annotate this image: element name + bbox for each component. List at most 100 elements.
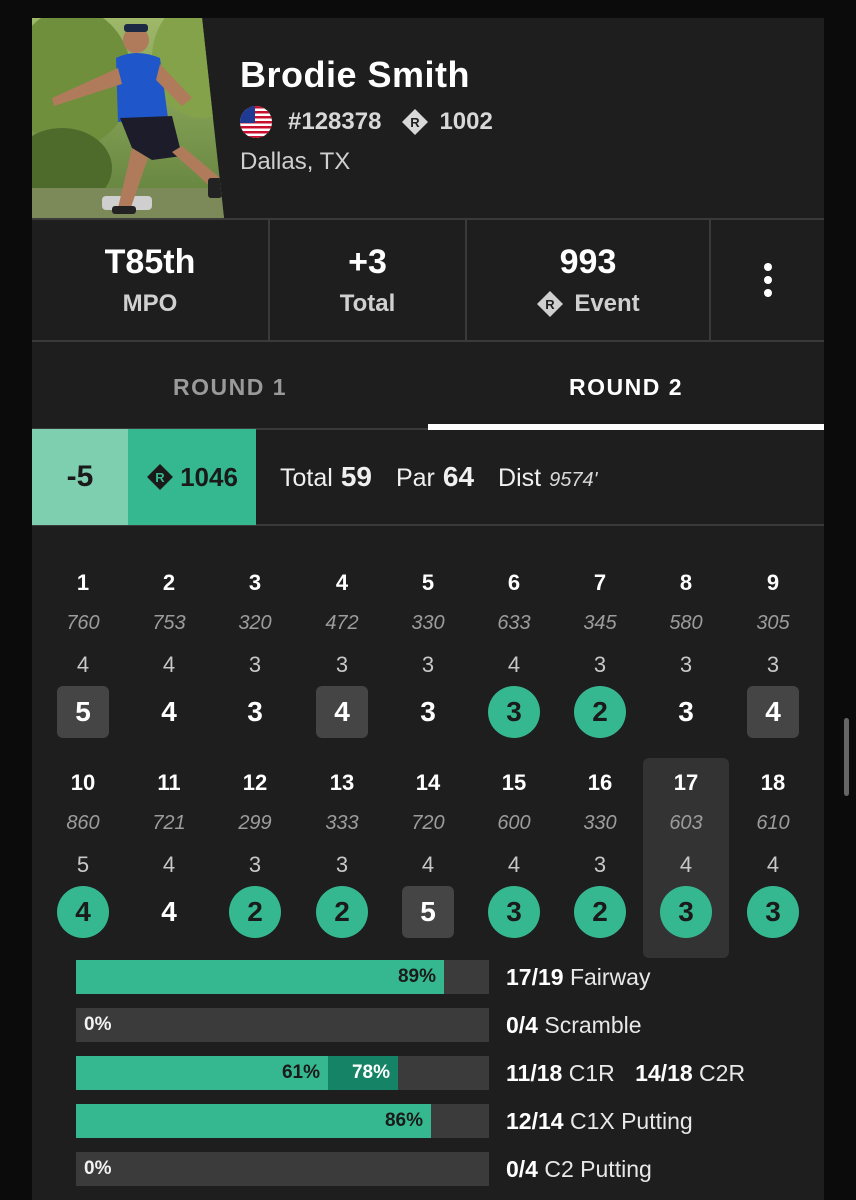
- total-score-value: +3: [348, 242, 387, 281]
- stat-name: C1X Putting: [569, 1108, 693, 1134]
- player-name[interactable]: Brodie Smith: [240, 54, 470, 96]
- event-rating-stat: 993 R Event: [467, 220, 711, 340]
- hole-score: 3: [247, 696, 263, 727]
- stat-bar-percent: 0%: [84, 1158, 112, 1179]
- hole-cell[interactable]: 13 333 3 2: [299, 758, 385, 958]
- tab-round-2[interactable]: ROUND 2: [428, 344, 824, 430]
- hole-cell[interactable]: 3 320 3 3: [212, 558, 298, 758]
- hole-score: 4: [161, 696, 177, 727]
- stat-bar-percent: 61%: [281, 1062, 320, 1083]
- stat-count: 11/18: [506, 1060, 563, 1086]
- hole-score: 4: [316, 686, 368, 738]
- hole-par: 3: [335, 852, 349, 877]
- stat-bar-label: 12/14 C1X Putting: [506, 1104, 693, 1138]
- hole-number: 8: [679, 570, 693, 595]
- hole-number: 17: [673, 770, 699, 795]
- tab-round-1[interactable]: ROUND 1: [32, 344, 428, 430]
- par-label: Par: [395, 464, 435, 492]
- hole-par: 4: [421, 852, 435, 877]
- stat-bar-label: 11/18 C1R 14/18 C2R: [506, 1056, 745, 1090]
- stat-bar-track: [76, 1008, 489, 1042]
- hole-score: 2: [229, 886, 281, 938]
- hole-cell[interactable]: 4 472 3 4: [299, 558, 385, 758]
- place-value: T85th: [104, 242, 196, 281]
- hole-score: 3: [678, 696, 694, 727]
- round-rating-badge: R 1046: [128, 429, 256, 525]
- rating-icon: R: [147, 464, 174, 490]
- hole-cell[interactable]: 14 720 4 5: [385, 758, 471, 958]
- event-rating-value: 993: [559, 242, 617, 281]
- hole-number: 4: [335, 570, 349, 595]
- stat-bar-row: 0% 0/4 C2 Putting: [76, 1152, 816, 1186]
- hole-cell[interactable]: 2 753 4 4: [126, 558, 212, 758]
- stat-bar-label: 17/19 Fairway: [506, 960, 650, 994]
- stat-bar-label: 0/4 C2 Putting: [506, 1152, 652, 1186]
- hole-cell[interactable]: 9 305 3 4: [730, 558, 816, 758]
- total-label: Total: [280, 464, 333, 492]
- hole-number: 13: [329, 770, 355, 795]
- total-label: Total: [339, 289, 396, 317]
- stat-name: C2R: [699, 1060, 746, 1086]
- hole-par: 5: [76, 852, 90, 877]
- hole-cell[interactable]: 12 299 3 2: [212, 758, 298, 958]
- stat-count: 14/18: [635, 1060, 693, 1086]
- relative-score-badge: -5: [32, 429, 128, 525]
- hole-score: 2: [574, 886, 626, 938]
- hole-cell[interactable]: 1 760 4 5: [40, 558, 126, 758]
- player-meta: #128378 R 1002: [240, 106, 493, 138]
- svg-text:R: R: [155, 470, 165, 485]
- hole-distance: 721: [152, 812, 186, 834]
- round-tabs: ROUND 1 ROUND 2: [32, 344, 824, 430]
- event-stats-row: T85th MPO +3 Total 993 R Event: [32, 218, 824, 342]
- hole-cell[interactable]: 15 600 4 3: [471, 758, 557, 958]
- hole-distance: 753: [152, 612, 186, 634]
- dist-value: 9574': [549, 469, 598, 491]
- hole-cell[interactable]: 18 610 4 3: [730, 758, 816, 958]
- stat-bar-percent: 0%: [84, 1014, 112, 1035]
- hole-cell[interactable]: 11 721 4 4: [126, 758, 212, 958]
- stat-count: 0/4: [506, 1012, 538, 1038]
- hole-cell[interactable]: 17 603 4 3: [643, 758, 729, 958]
- hole-score: 5: [57, 686, 109, 738]
- more-options-button[interactable]: [711, 220, 824, 340]
- hole-cell[interactable]: 7 345 3 2: [557, 558, 643, 758]
- division-label: MPO: [122, 289, 178, 317]
- hole-number: 7: [593, 570, 607, 595]
- hole-par: 4: [162, 852, 176, 877]
- hole-number: 12: [242, 770, 268, 795]
- more-vertical-icon: [763, 263, 772, 297]
- hole-par: 3: [679, 652, 693, 677]
- hole-par: 3: [421, 652, 435, 677]
- hole-score: 4: [57, 886, 109, 938]
- hole-number: 18: [760, 770, 786, 795]
- hole-score: 3: [660, 886, 712, 938]
- hole-par: 4: [162, 652, 176, 677]
- hole-distance: 860: [66, 812, 100, 834]
- hole-score: 3: [488, 886, 540, 938]
- hole-cell[interactable]: 10 860 5 4: [40, 758, 126, 958]
- hole-number: 15: [501, 770, 527, 795]
- stat-name: Fairway: [569, 964, 651, 990]
- hole-distance: 345: [583, 612, 617, 634]
- player-location: Dallas, TX: [240, 148, 351, 175]
- stat-bar-row: 89% 17/19 Fairway: [76, 960, 816, 994]
- hole-par: 3: [335, 652, 349, 677]
- hole-distance: 600: [497, 812, 531, 834]
- hole-distance: 330: [411, 612, 445, 634]
- hole-cell[interactable]: 8 580 3 3: [643, 558, 729, 758]
- hole-cell[interactable]: 6 633 4 3: [471, 558, 557, 758]
- stat-count: 0/4: [506, 1156, 538, 1182]
- hole-number: 11: [157, 770, 181, 795]
- scrollbar[interactable]: [844, 718, 849, 796]
- stat-bar-row: 86% 12/14 C1X Putting: [76, 1104, 816, 1138]
- hole-number: 6: [507, 570, 521, 595]
- hole-par: 3: [593, 852, 607, 877]
- svg-text:R: R: [411, 115, 421, 130]
- hole-distance: 610: [756, 812, 790, 834]
- hole-score: 3: [747, 886, 799, 938]
- hole-cell[interactable]: 16 330 3 2: [557, 758, 643, 958]
- hole-number: 9: [766, 570, 780, 595]
- hole-cell[interactable]: 5 330 3 3: [385, 558, 471, 758]
- hole-par: 4: [507, 652, 521, 677]
- stat-bar-percent: 89%: [397, 966, 436, 987]
